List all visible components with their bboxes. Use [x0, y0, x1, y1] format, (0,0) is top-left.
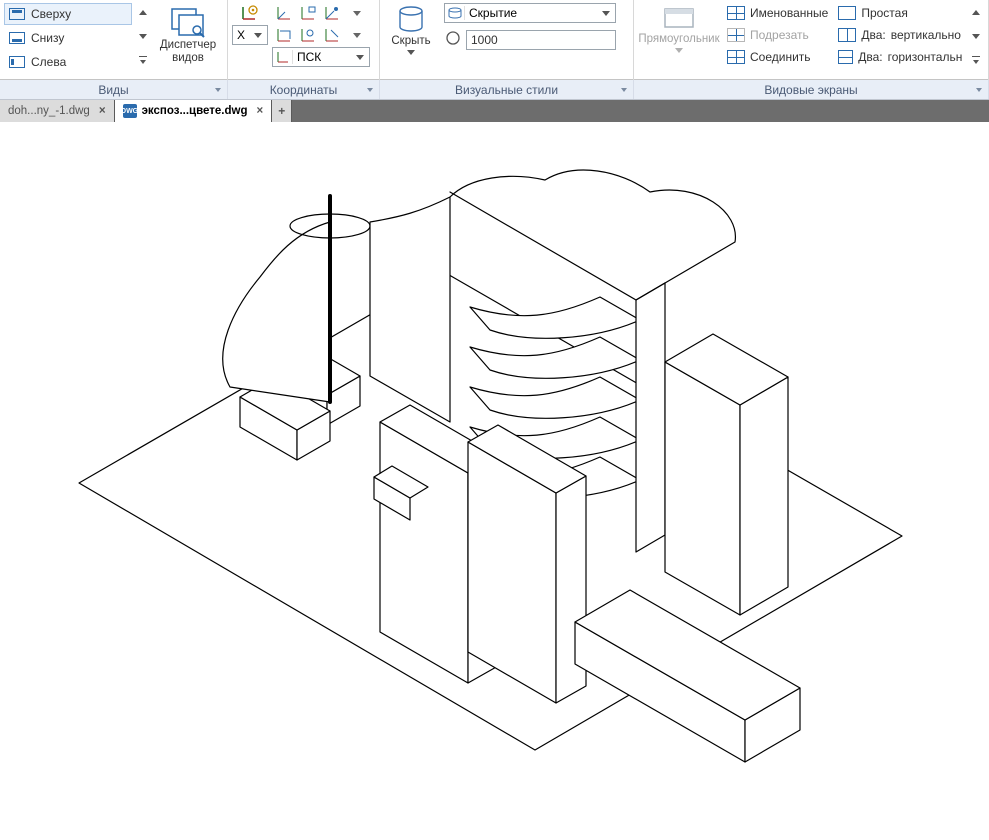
layout-two-v-prefix: Два:: [861, 28, 885, 42]
view-manager-label2: видов: [172, 52, 204, 65]
layout-list-menu[interactable]: [969, 53, 983, 67]
named-label: Именованные: [750, 6, 828, 20]
layout-single-label: Простая: [861, 6, 908, 20]
view-item-top[interactable]: Сверху: [4, 3, 132, 25]
close-icon[interactable]: ×: [99, 105, 106, 117]
hide-mode-text: Скрытие: [465, 6, 597, 20]
ucs-combo-text: ПСК: [293, 50, 351, 64]
ucs-combo-icon: [273, 50, 293, 64]
view-list-up[interactable]: [136, 5, 150, 19]
clip-viewport-button[interactable]: Подрезать: [724, 25, 831, 45]
view-bottom-icon: [9, 32, 25, 44]
tab-active-label: экспоз...цвете.dwg: [142, 105, 248, 117]
named-viewports-button[interactable]: Именованные: [724, 3, 831, 23]
x-axis-label: X: [233, 28, 249, 42]
title-viewports[interactable]: Видовые экраны: [634, 80, 989, 99]
title-coords[interactable]: Координаты: [228, 80, 380, 99]
new-tab-button[interactable]: +: [272, 100, 292, 122]
layout-list-scroll: [969, 3, 983, 69]
viewport-layouts: Простая Два: вертикально Два: горизонтал…: [835, 3, 965, 67]
drawing-canvas[interactable]: [0, 122, 989, 840]
layout-list-up[interactable]: [969, 5, 983, 19]
view-left-icon: [9, 56, 25, 68]
layout-two-h-prefix: Два:: [858, 50, 882, 64]
chevron-down-icon: [249, 33, 267, 38]
document-tabs: doh...ny_-1.dwg × DWG экспоз...цвете.dwg…: [0, 100, 989, 122]
axis-icon-5[interactable]: [298, 25, 320, 45]
layout-two-v[interactable]: Два: вертикально: [835, 25, 965, 45]
panel-views: Сверху Снизу Слева: [0, 0, 228, 80]
layout-list-down[interactable]: [969, 29, 983, 43]
value-input[interactable]: [466, 30, 616, 50]
named-viewports-icon: [727, 6, 745, 20]
axis-icon-1[interactable]: [274, 3, 296, 23]
axis-row2-expand[interactable]: [346, 25, 368, 45]
title-visual-styles[interactable]: Визуальные стили: [380, 80, 634, 99]
hide-cylinder-icon: [394, 5, 428, 35]
view-top-icon: [9, 8, 25, 20]
tab-inactive-label: doh...ny_-1.dwg: [8, 105, 90, 117]
tab-inactive-file[interactable]: doh...ny_-1.dwg ×: [0, 100, 115, 122]
axis-icon-3[interactable]: [322, 3, 344, 23]
join-viewport-button[interactable]: Соединить: [724, 47, 831, 67]
hide-mode-combo[interactable]: Скрытие: [444, 3, 616, 23]
ucs-combo[interactable]: ПСК: [272, 47, 370, 67]
chevron-down-icon: [597, 11, 615, 16]
chevron-down-icon: [351, 55, 369, 60]
clip-viewport-icon: [727, 28, 745, 42]
panel-visual-styles: Скрыть Скрытие: [380, 0, 634, 80]
view-item-label: Сверху: [31, 7, 71, 21]
hide-button-label: Скрыть: [391, 35, 430, 48]
ucs-origin-button[interactable]: [239, 3, 261, 23]
view-list: Сверху Снизу Слева: [4, 3, 132, 73]
hide-mode-icon: [445, 6, 465, 20]
axis-row-expand[interactable]: [346, 3, 368, 23]
axis-icon-6[interactable]: [322, 25, 344, 45]
clip-label: Подрезать: [750, 28, 809, 42]
view-item-label: Слева: [31, 55, 66, 69]
tab-active-file[interactable]: DWG экспоз...цвете.dwg ×: [115, 100, 273, 122]
view-manager-icon: [170, 5, 206, 39]
view-manager-button[interactable]: Диспетчер видов: [154, 3, 222, 65]
ucs-origin-icon: [240, 4, 260, 22]
rectangle-icon: [662, 5, 696, 33]
hide-button[interactable]: Скрыть: [384, 3, 438, 55]
layout-single[interactable]: Простая: [835, 3, 965, 23]
view-list-scroll: [136, 3, 150, 69]
layout-two-h-icon: [838, 50, 853, 64]
layout-single-icon: [838, 6, 856, 20]
panel-viewports: Прямоугольник Именованные Подрезать Соед…: [634, 0, 989, 80]
ribbon: Сверху Снизу Слева: [0, 0, 989, 80]
view-item-bottom[interactable]: Снизу: [4, 27, 132, 49]
dwg-file-icon: DWG: [123, 104, 137, 118]
view-manager-label1: Диспетчер: [160, 39, 216, 52]
layout-two-h[interactable]: Два: горизонтальн: [835, 47, 965, 67]
layout-two-v-label: вертикально: [891, 28, 961, 42]
view-item-label: Снизу: [31, 31, 64, 45]
view-list-down[interactable]: [136, 29, 150, 43]
layout-two-h-label: горизонтальн: [888, 50, 963, 64]
axis-icon-2[interactable]: [298, 3, 320, 23]
viewport-ops: Именованные Подрезать Соединить: [724, 3, 831, 67]
view-list-menu[interactable]: [136, 53, 150, 67]
close-icon[interactable]: ×: [256, 105, 263, 117]
isometric-drawing: [0, 122, 989, 840]
x-axis-dropdown[interactable]: X: [232, 25, 268, 45]
rectangle-button[interactable]: Прямоугольник: [638, 3, 720, 53]
axis-icon-4[interactable]: [274, 25, 296, 45]
panel-title-strip: Виды Координаты Визуальные стили Видовые…: [0, 80, 989, 100]
rectangle-label: Прямоугольник: [638, 33, 719, 46]
circle-icon: [444, 29, 462, 50]
layout-two-v-icon: [838, 28, 856, 42]
title-views[interactable]: Виды: [0, 80, 228, 99]
join-label: Соединить: [750, 50, 811, 64]
view-item-left[interactable]: Слева: [4, 51, 132, 73]
join-viewport-icon: [727, 50, 745, 64]
panel-coords: X ПСК: [228, 0, 380, 80]
